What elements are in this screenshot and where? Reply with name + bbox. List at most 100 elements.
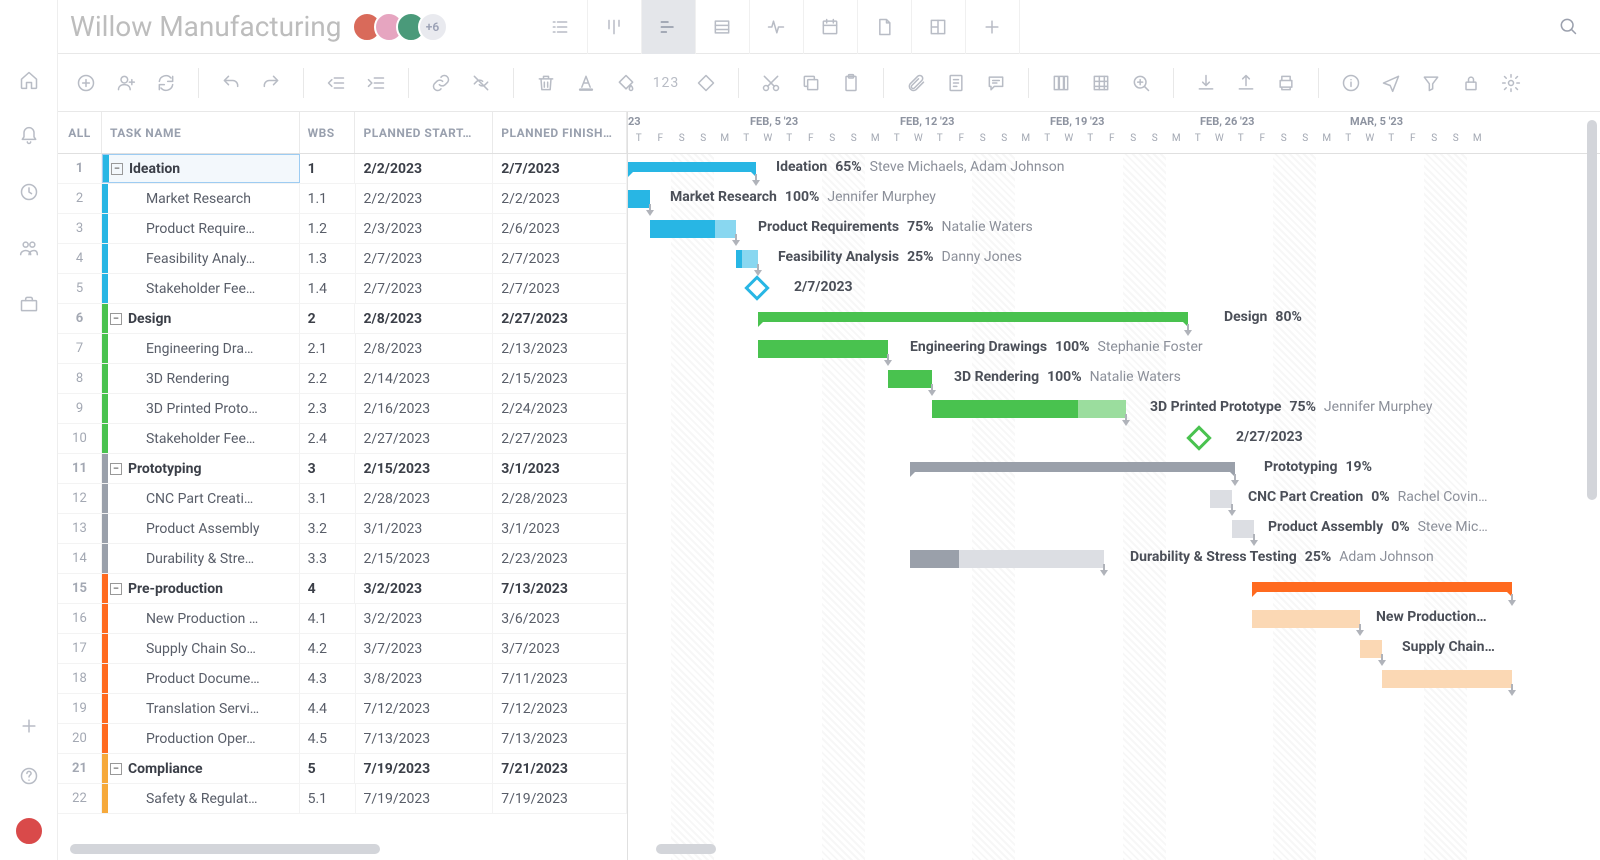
col-finish[interactable]: PLANNED FINISH… xyxy=(493,112,627,153)
columns-icon[interactable] xyxy=(1045,67,1077,99)
task-name-cell[interactable]: Feasibility Analy… xyxy=(102,244,300,273)
grid-icon[interactable] xyxy=(1085,67,1117,99)
task-bar[interactable] xyxy=(650,220,736,238)
task-row[interactable]: 11−Prototyping32/15/20233/1/2023 xyxy=(58,454,627,484)
gantt-row[interactable] xyxy=(628,574,1600,604)
gantt-row[interactable]: 2/7/2023 xyxy=(628,274,1600,304)
task-bar[interactable] xyxy=(932,400,1126,418)
avatar-overflow[interactable]: +6 xyxy=(418,12,448,42)
summary-bar[interactable] xyxy=(1252,582,1512,592)
comment-icon[interactable] xyxy=(980,67,1012,99)
summary-bar[interactable] xyxy=(910,462,1235,472)
gantt-row[interactable]: New Production… xyxy=(628,604,1600,634)
paste-icon[interactable] xyxy=(835,67,867,99)
dashboard-view-tab[interactable] xyxy=(912,0,966,54)
gantt-row[interactable]: 3D Printed Prototype75%Jennifer Murphey xyxy=(628,394,1600,424)
task-row[interactable]: 18Product Docume…4.33/8/20237/11/2023 xyxy=(58,664,627,694)
task-row[interactable]: 12CNC Part Creati…3.12/28/20232/28/2023 xyxy=(58,484,627,514)
task-row[interactable]: 83D Rendering2.22/14/20232/15/2023 xyxy=(58,364,627,394)
task-row[interactable]: 19Translation Servi…4.47/12/20237/12/202… xyxy=(58,694,627,724)
task-name-cell[interactable]: −Compliance xyxy=(102,754,300,783)
task-name-cell[interactable]: Supply Chain So… xyxy=(102,634,300,663)
task-name-cell[interactable]: Durability & Stre… xyxy=(102,544,300,573)
task-row[interactable]: 10Stakeholder Fee…2.42/27/20232/27/2023 xyxy=(58,424,627,454)
import-icon[interactable] xyxy=(1190,67,1222,99)
task-name-cell[interactable]: Market Research xyxy=(102,184,300,213)
sheet-scrollbar[interactable] xyxy=(70,844,380,854)
task-row[interactable]: 5Stakeholder Fee…1.42/7/20232/7/2023 xyxy=(58,274,627,304)
collapse-toggle[interactable]: − xyxy=(110,313,122,325)
gantt-row[interactable]: Product Assembly0%Steve Mic… xyxy=(628,514,1600,544)
send-icon[interactable] xyxy=(1375,67,1407,99)
lock-icon[interactable] xyxy=(1455,67,1487,99)
search-icon[interactable] xyxy=(1558,16,1578,40)
gantt-row[interactable]: CNC Part Creation0%Rachel Covin… xyxy=(628,484,1600,514)
task-row[interactable]: 15−Pre-production43/2/20237/13/2023 xyxy=(58,574,627,604)
calendar-view-tab[interactable] xyxy=(804,0,858,54)
outdent-icon[interactable] xyxy=(320,67,352,99)
zoom-icon[interactable] xyxy=(1125,67,1157,99)
notes-icon[interactable] xyxy=(940,67,972,99)
col-task[interactable]: TASK NAME xyxy=(102,112,300,153)
task-row[interactable]: 7Engineering Dra…2.12/8/20232/13/2023 xyxy=(58,334,627,364)
task-row[interactable]: 93D Printed Proto…2.32/16/20232/24/2023 xyxy=(58,394,627,424)
task-row[interactable]: 13Product Assembly3.23/1/20233/1/2023 xyxy=(58,514,627,544)
copy-icon[interactable] xyxy=(795,67,827,99)
help-icon[interactable] xyxy=(19,766,39,790)
clock-icon[interactable] xyxy=(19,182,39,206)
task-name-cell[interactable]: Product Docume… xyxy=(102,664,300,693)
info-icon[interactable] xyxy=(1335,67,1367,99)
col-start[interactable]: PLANNED START… xyxy=(355,112,493,153)
collapse-toggle[interactable]: − xyxy=(110,763,122,775)
filter-icon[interactable] xyxy=(1415,67,1447,99)
vertical-scrollbar[interactable] xyxy=(1587,120,1597,500)
gantt-row[interactable]: 3D Rendering100%Natalie Waters xyxy=(628,364,1600,394)
task-bar[interactable] xyxy=(1252,610,1360,628)
add-view-tab[interactable] xyxy=(966,0,1020,54)
task-name-cell[interactable]: New Production … xyxy=(102,604,300,633)
board-view-tab[interactable] xyxy=(588,0,642,54)
member-avatars[interactable]: +6 xyxy=(360,12,448,42)
task-bar[interactable] xyxy=(1382,670,1512,688)
task-name-cell[interactable]: −Pre-production xyxy=(102,574,300,603)
link-icon[interactable] xyxy=(425,67,457,99)
gantt-row[interactable]: Prototyping19% xyxy=(628,454,1600,484)
task-row[interactable]: 14Durability & Stre…3.32/15/20232/23/202… xyxy=(58,544,627,574)
task-row[interactable]: 3Product Require…1.22/3/20232/6/2023 xyxy=(58,214,627,244)
task-row[interactable]: 6−Design22/8/20232/27/2023 xyxy=(58,304,627,334)
gantt-row[interactable]: Design80% xyxy=(628,304,1600,334)
attachment-icon[interactable] xyxy=(900,67,932,99)
gantt-row[interactable]: 2/27/2023 xyxy=(628,424,1600,454)
current-user-avatar[interactable] xyxy=(14,816,44,846)
gantt-row[interactable]: Ideation65%Steve Michaels, Adam Johnson xyxy=(628,154,1600,184)
task-row[interactable]: 2Market Research1.12/2/20232/2/2023 xyxy=(58,184,627,214)
task-name-cell[interactable]: Production Oper… xyxy=(102,724,300,753)
summary-bar[interactable] xyxy=(758,312,1188,322)
text-color-icon[interactable] xyxy=(570,67,602,99)
settings-icon[interactable] xyxy=(1495,67,1527,99)
task-bar[interactable] xyxy=(758,340,888,358)
task-row[interactable]: 21−Compliance57/19/20237/21/2023 xyxy=(58,754,627,784)
task-row[interactable]: 4Feasibility Analy…1.32/7/20232/7/2023 xyxy=(58,244,627,274)
sheet-view-tab[interactable] xyxy=(696,0,750,54)
team-icon[interactable] xyxy=(19,238,39,262)
task-row[interactable]: 1−Ideation12/2/20232/7/2023 xyxy=(58,154,627,184)
task-row[interactable]: 20Production Oper…4.57/13/20237/13/2023 xyxy=(58,724,627,754)
col-wbs[interactable]: WBS xyxy=(300,112,356,153)
file-view-tab[interactable] xyxy=(858,0,912,54)
assign-icon[interactable] xyxy=(110,67,142,99)
list-view-tab[interactable] xyxy=(534,0,588,54)
gantt-body[interactable]: Ideation65%Steve Michaels, Adam JohnsonM… xyxy=(628,154,1600,860)
collapse-toggle[interactable]: − xyxy=(111,163,123,175)
undo-icon[interactable] xyxy=(215,67,247,99)
gantt-row[interactable] xyxy=(628,664,1600,694)
task-name-cell[interactable]: CNC Part Creati… xyxy=(102,484,300,513)
gantt-row[interactable]: Supply Chain… xyxy=(628,634,1600,664)
collapse-toggle[interactable]: − xyxy=(110,583,122,595)
task-name-cell[interactable]: Product Assembly xyxy=(102,514,300,543)
cut-icon[interactable] xyxy=(755,67,787,99)
milestone-marker[interactable] xyxy=(744,275,769,300)
fill-color-icon[interactable] xyxy=(610,67,642,99)
task-name-cell[interactable]: Stakeholder Fee… xyxy=(102,274,300,303)
task-bar[interactable] xyxy=(888,370,932,388)
